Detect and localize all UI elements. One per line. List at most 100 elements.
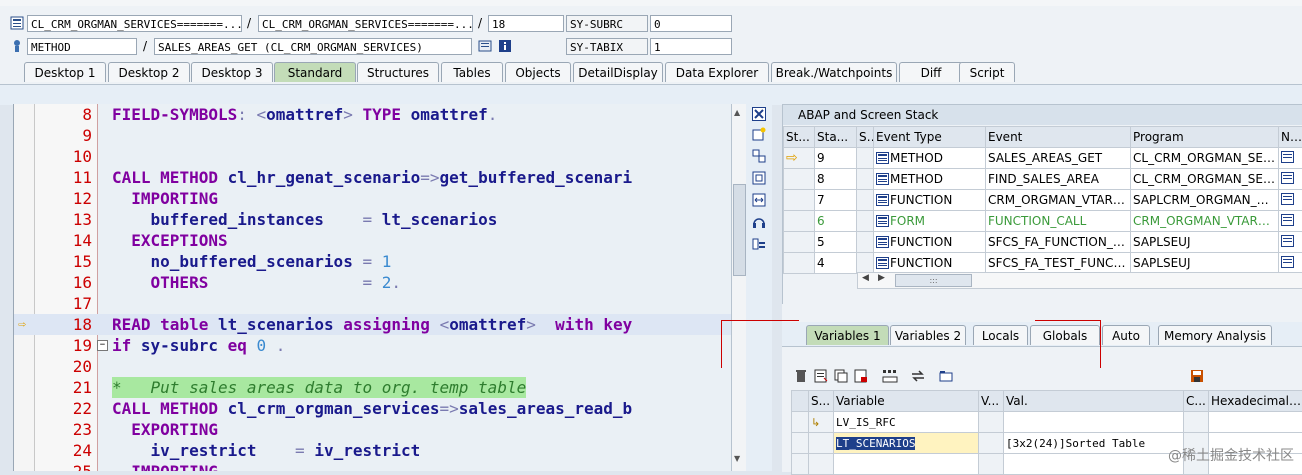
code-line[interactable]: 19if sy-subrc eq 0 .− (14, 335, 731, 356)
columns-icon[interactable] (882, 369, 898, 383)
tab-tables[interactable]: Tables (441, 62, 503, 82)
tab-standard[interactable]: Standard (274, 62, 356, 82)
var-tab-variables-2[interactable]: Variables 2 (890, 325, 966, 345)
code-line[interactable]: 25 IMPORTING (14, 461, 731, 471)
stack-row[interactable]: 4FUNCTIONSFCS_FA_TEST_FUNCTI...SAPLSEUJ (784, 253, 1302, 274)
var-tab-auto[interactable]: Auto (1102, 325, 1150, 345)
var-tab-variables-1[interactable]: Variables 1 (806, 325, 889, 345)
code-line[interactable]: 8FIELD-SYMBOLS: <omattref> TYPE omattref… (14, 104, 731, 125)
tab-detaildisplay[interactable]: DetailDisplay (573, 62, 663, 82)
code-line[interactable]: 9 (14, 125, 731, 146)
line-field[interactable]: 18 (488, 15, 564, 32)
save-icon[interactable] (1190, 369, 1204, 383)
stack-column-header[interactable]: St... (784, 127, 815, 148)
navigate-icon[interactable] (1281, 193, 1294, 205)
code-line[interactable]: 21* Put sales areas data to org. temp ta… (14, 377, 731, 398)
display-icon[interactable] (478, 39, 492, 53)
stack-column-header[interactable]: S... (857, 127, 874, 148)
scroll-down-icon[interactable]: ▼ (734, 454, 740, 463)
event-field[interactable]: SALES_AREAS_GET (CL_CRM_ORGMAN_SERVICES) (154, 38, 472, 55)
scroll-grip[interactable]: ::: (895, 274, 972, 287)
delete-icon[interactable] (794, 369, 808, 383)
variable-name[interactable]: LV_IS_RFC (836, 416, 896, 429)
stack-column-header[interactable]: Event (986, 127, 1131, 148)
var-tab-locals[interactable]: Locals (973, 325, 1028, 345)
tab-desktop-1[interactable]: Desktop 1 (24, 62, 106, 82)
code-line[interactable]: 15 no_buffered_scenarios = 1 (14, 251, 731, 272)
code-line[interactable]: 11CALL METHOD cl_hr_genat_scenario=>get_… (14, 167, 731, 188)
navigate-icon[interactable] (1281, 172, 1294, 184)
settings-tool-icon[interactable] (752, 237, 766, 251)
var-column-header[interactable]: Val. (1004, 391, 1184, 412)
navigate-icon[interactable] (1281, 235, 1294, 247)
insert-icon[interactable] (814, 369, 828, 383)
stack-row[interactable]: 8METHODFIND_SALES_AREACL_CRM_ORGMAN_SERV… (784, 169, 1302, 190)
close-icon[interactable] (752, 107, 766, 121)
var-column-header[interactable]: C... (1184, 391, 1209, 412)
program-field[interactable]: CL_CRM_ORGMAN_SERVICES=======... (27, 15, 242, 32)
code-line[interactable]: 13 buffered_instances = lt_scenarios (14, 209, 731, 230)
code-line[interactable]: 22CALL METHOD cl_crm_orgman_services=>sa… (14, 398, 731, 419)
code-line[interactable]: 12 IMPORTING (14, 188, 731, 209)
var-column-header[interactable]: Hexadecimal Val (1209, 391, 1302, 412)
maximize-icon[interactable] (752, 171, 766, 185)
navigate-icon[interactable] (1281, 151, 1294, 163)
editor-scrollbar[interactable]: ▲ ▼ (731, 104, 746, 471)
scroll-left-icon[interactable]: ◀ (862, 273, 869, 283)
stack-row[interactable]: ⇨9METHODSALES_AREAS_GETCL_CRM_ORGMAN_SER… (784, 148, 1302, 169)
navigate-icon[interactable] (1281, 214, 1294, 226)
stack-column-header[interactable]: Event Type (874, 127, 986, 148)
stack-column-header[interactable]: Sta... (815, 127, 857, 148)
code-line[interactable]: 16 OTHERS = 2. (14, 272, 731, 293)
variable-row[interactable]: ↳LV_IS_RFC (792, 412, 1302, 433)
save-variable-icon[interactable] (854, 369, 868, 383)
code-line[interactable]: 14 EXCEPTIONS (14, 230, 731, 251)
tab-desktop-3[interactable]: Desktop 3 (191, 62, 273, 82)
swap-tool-icon[interactable] (752, 149, 766, 163)
code-line[interactable]: 17 (14, 293, 731, 314)
sy-tabix-value[interactable]: 1 (650, 38, 732, 55)
tab-objects[interactable]: Objects (505, 62, 571, 82)
code-line[interactable]: 23 EXPORTING (14, 419, 731, 440)
scroll-up-icon[interactable]: ▲ (734, 108, 740, 117)
tab-diff[interactable]: Diff (899, 62, 963, 82)
code-line[interactable]: 18READ table lt_scenarios assigning <oma… (14, 314, 731, 335)
stack-hscroll[interactable]: ◀ ▶ ::: (857, 272, 1302, 289)
copy-icon[interactable] (834, 369, 848, 383)
variable-value[interactable]: [3x2(24)]Sorted Table (1004, 433, 1184, 454)
code-line[interactable]: 24 iv_restrict = iv_restrict (14, 440, 731, 461)
source-editor[interactable]: 8FIELD-SYMBOLS: <omattref> TYPE omattref… (13, 104, 731, 471)
code-line[interactable]: 10 (14, 146, 731, 167)
scroll-right-icon[interactable]: ▶ (878, 273, 885, 283)
collapse-icon[interactable]: − (97, 340, 108, 351)
event-type-field[interactable]: METHOD (27, 38, 137, 55)
var-column-header[interactable]: V... (979, 391, 1004, 412)
var-tab-memory-analysis[interactable]: Memory Analysis (1158, 325, 1272, 345)
stack-column-header[interactable]: Program (1131, 127, 1279, 148)
tab-data-explorer[interactable]: Data Explorer (665, 62, 769, 82)
include-field[interactable]: CL_CRM_ORGMAN_SERVICES=======... (258, 15, 473, 32)
info-icon[interactable] (498, 39, 512, 53)
new-tool-icon[interactable] (752, 127, 766, 141)
variable-name[interactable]: LT_SCENARIOS (836, 437, 915, 450)
code-line[interactable]: 20 (14, 356, 731, 377)
folder-icon[interactable] (938, 369, 954, 383)
stack-column-header[interactable]: Na... (1279, 127, 1302, 148)
scroll-thumb[interactable] (733, 184, 746, 276)
transfer-icon[interactable] (910, 369, 926, 383)
tab-structures[interactable]: Structures (357, 62, 439, 82)
navigate-icon[interactable] (1281, 256, 1294, 268)
var-column-header[interactable]: S... (809, 391, 834, 412)
var-column-header[interactable]: Variable (834, 391, 979, 412)
stack-row[interactable]: 5FUNCTIONSFCS_FA_FUNCTION_IN...SAPLSEUJ (784, 232, 1302, 253)
sy-subrc-value[interactable]: 0 (650, 15, 732, 32)
tab-script[interactable]: Script (959, 62, 1015, 82)
tab-break-watchpoints[interactable]: Break./Watchpoints (771, 62, 897, 82)
variable-value[interactable] (1004, 412, 1184, 433)
var-tab-globals[interactable]: Globals (1030, 325, 1100, 345)
tab-desktop-2[interactable]: Desktop 2 (108, 62, 190, 82)
headset-icon[interactable] (752, 215, 766, 229)
stack-row[interactable]: 7FUNCTIONCRM_ORGMAN_VTAREA...SAPLCRM_ORG… (784, 190, 1302, 211)
stack-row[interactable]: 6FORMFUNCTION_CALLCRM_ORGMAN_VTAREA... (784, 211, 1302, 232)
resize-icon[interactable] (752, 193, 766, 207)
